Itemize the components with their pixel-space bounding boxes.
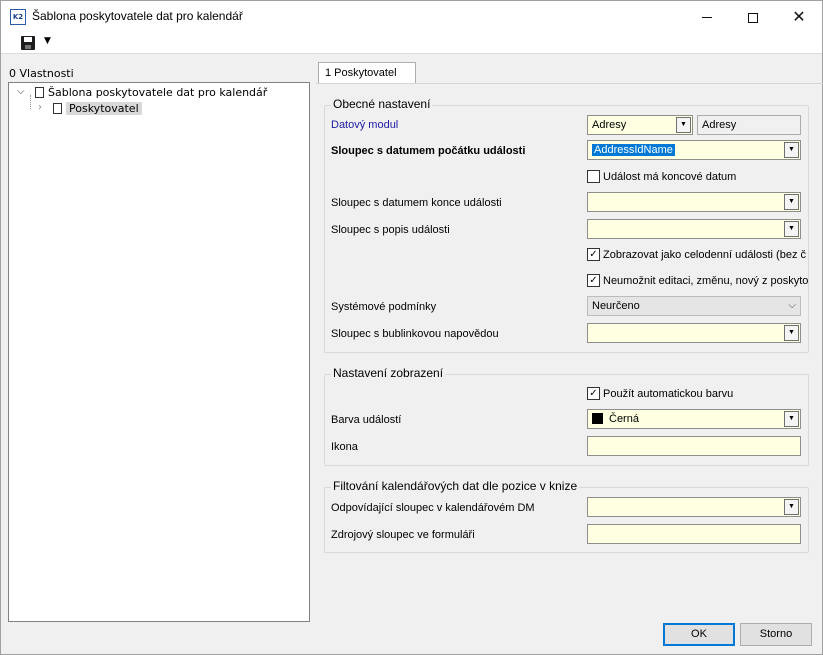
chevron-down-icon[interactable]: ▼	[784, 142, 799, 158]
tooltip-column-label: Sloupec s bublinkovou napovědou	[331, 328, 499, 340]
description-column-label: Sloupec s popis události	[331, 224, 450, 236]
start-column-select[interactable]: AddressIdName ▼	[587, 140, 801, 160]
maximize-button[interactable]	[730, 1, 776, 32]
ok-button[interactable]: OK	[663, 623, 735, 646]
app-icon: K2	[10, 9, 26, 25]
save-icon[interactable]	[21, 36, 35, 50]
dialog-window: K2 Šablona poskytovatele dat pro kalendá…	[0, 0, 823, 655]
minimize-icon	[702, 17, 712, 18]
chevron-down-icon[interactable]: ▼	[784, 194, 799, 210]
chevron-down-icon[interactable]: ▼	[784, 499, 799, 515]
cancel-button[interactable]: Storno	[740, 623, 812, 646]
document-icon	[35, 86, 44, 98]
has-end-date-label: Událost má koncové datum	[603, 171, 737, 183]
toolbar: ▼	[1, 32, 822, 54]
source-column-label: Zdrojový sloupec ve formuláři	[331, 529, 475, 541]
data-module-value: Adresy	[592, 119, 627, 131]
checkbox-unchecked-icon[interactable]	[587, 169, 600, 183]
start-column-value: AddressIdName	[592, 144, 675, 156]
all-day-checkbox[interactable]: ✓ Zobrazovat jako celodenní události (bez…	[587, 247, 807, 264]
general-settings-title: Obecné nastavení	[331, 97, 433, 111]
minimize-button[interactable]	[684, 1, 730, 32]
checkbox-checked-icon[interactable]: ✓	[587, 273, 600, 287]
chevron-down-icon[interactable]: ⌵	[788, 297, 796, 315]
system-conditions-select[interactable]: Neurčeno ⌵	[587, 296, 801, 316]
maximize-icon	[748, 12, 758, 23]
properties-label: 0 Vlastnosti	[9, 67, 74, 80]
source-column-field[interactable]	[587, 524, 801, 544]
close-button[interactable]: ✕	[776, 1, 822, 32]
data-module-label[interactable]: Datový modul	[331, 119, 398, 131]
event-color-label: Barva událostí	[331, 414, 402, 426]
chevron-down-icon[interactable]: ▼	[784, 411, 799, 427]
tab-poskytovatel[interactable]: 1 Poskytovatel	[318, 62, 416, 84]
chevron-down-icon[interactable]: ▼	[784, 325, 799, 341]
save-dropdown-arrow-icon[interactable]: ▼	[44, 36, 51, 46]
color-swatch	[592, 412, 603, 424]
start-column-label: Sloupec s datumem počátku události	[331, 145, 526, 157]
auto-color-label: Použít automatickou barvu	[603, 388, 734, 400]
chevron-down-icon[interactable]: ▼	[784, 221, 799, 237]
data-module-select[interactable]: Adresy ▼	[587, 115, 693, 135]
end-column-label: Sloupec s datumem konce události	[331, 197, 502, 209]
tree-connector	[30, 95, 31, 109]
checkbox-checked-icon[interactable]: ✓	[587, 386, 600, 400]
system-conditions-value: Neurčeno	[592, 300, 640, 312]
calendar-column-label: Odpovídající sloupec v kalendářovém DM	[331, 502, 535, 514]
icon-label: Ikona	[331, 441, 358, 453]
window-title: Šablona poskytovatele dat pro kalendář	[32, 9, 243, 23]
tab-divider	[316, 83, 823, 84]
close-icon: ✕	[792, 7, 806, 26]
icon-field[interactable]	[587, 436, 801, 456]
no-edit-checkbox[interactable]: ✓ Neumožnit editaci, změnu, nový z poskyt…	[587, 273, 809, 290]
event-color-value: Černá	[609, 413, 639, 425]
checkbox-checked-icon[interactable]: ✓	[587, 247, 600, 261]
filter-title: Filtování kalendářových dat dle pozice v…	[331, 479, 580, 493]
tree-item-root-label: Šablona poskytovatele dat pro kalendář	[48, 86, 268, 99]
system-conditions-label: Systémové podmínky	[331, 301, 437, 313]
data-module-name-field: Adresy	[697, 115, 801, 135]
tree-item-poskytovatel-label: Poskytovatel	[66, 102, 142, 115]
properties-tree: ⌵ Šablona poskytovatele dat pro kalendář…	[8, 82, 310, 622]
event-color-select[interactable]: Černá ▼	[587, 409, 801, 429]
has-end-date-checkbox[interactable]: Událost má koncové datum	[587, 169, 737, 186]
description-column-select[interactable]: ▼	[587, 219, 801, 239]
title-bar: K2 Šablona poskytovatele dat pro kalendá…	[1, 1, 822, 32]
auto-color-checkbox[interactable]: ✓ Použít automatickou barvu	[587, 386, 734, 403]
document-icon	[53, 102, 62, 114]
end-column-select[interactable]: ▼	[587, 192, 801, 212]
display-settings-title: Nastavení zobrazení	[331, 366, 446, 380]
all-day-label: Zobrazovat jako celodenní události (bez …	[603, 249, 807, 261]
tree-item-root[interactable]: Šablona poskytovatele dat pro kalendář	[35, 85, 267, 101]
calendar-column-select[interactable]: ▼	[587, 497, 801, 517]
chevron-down-icon[interactable]: ▼	[676, 117, 691, 133]
tooltip-column-select[interactable]: ▼	[587, 323, 801, 343]
no-edit-label: Neumožnit editaci, změnu, nový z poskyto	[603, 275, 809, 287]
collapsed-chevron-right-icon[interactable]: ›	[38, 102, 42, 113]
tree-item-poskytovatel[interactable]: Poskytovatel	[53, 101, 142, 117]
expand-chevron-down-icon[interactable]: ⌵	[17, 86, 25, 97]
